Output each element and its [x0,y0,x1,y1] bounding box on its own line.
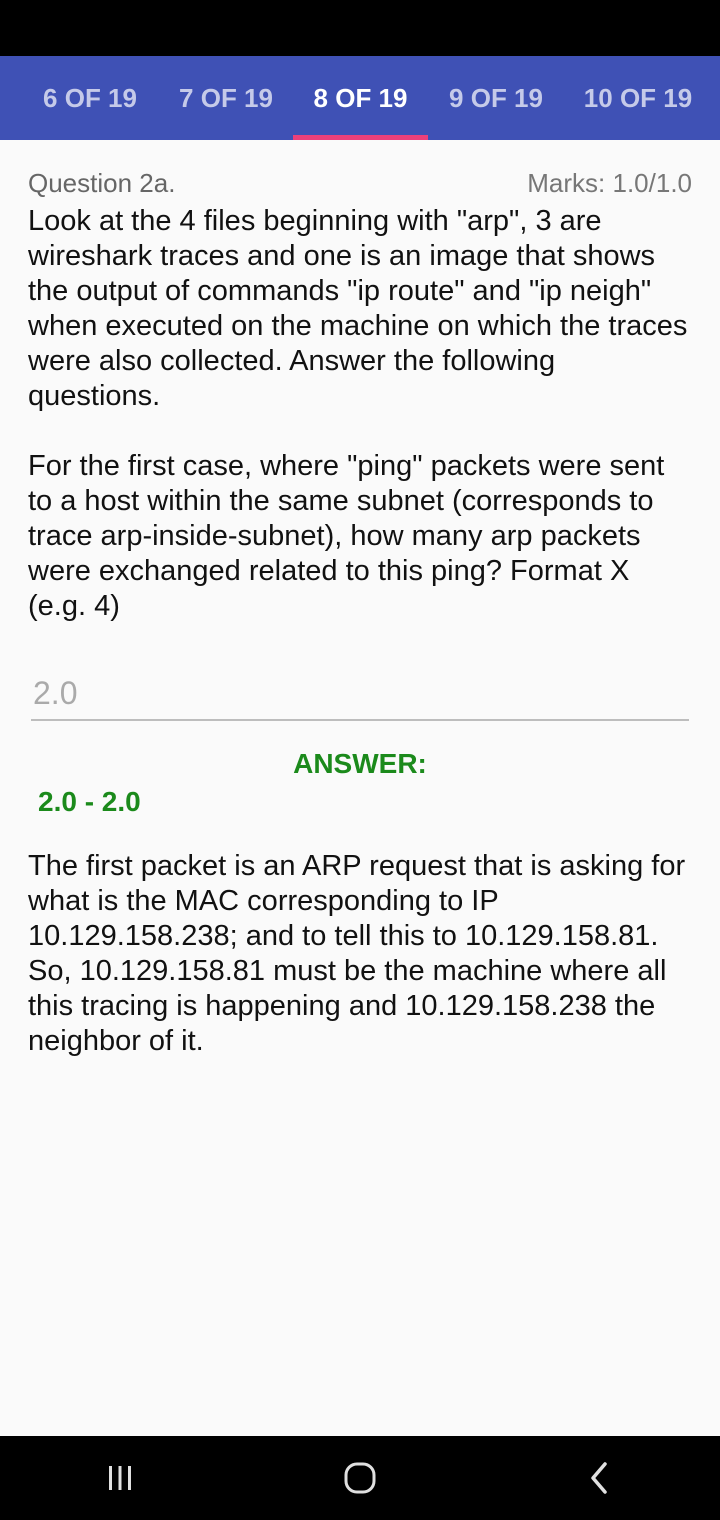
status-bar [0,0,720,56]
answer-explanation: The first packet is an ARP request that … [28,850,686,1057]
home-icon[interactable] [330,1448,390,1508]
question-label: Question 2a. [28,168,176,198]
recents-icon[interactable] [90,1448,150,1508]
tab-partial-left[interactable] [0,56,12,140]
tab-6-of-19[interactable]: 6 OF 19 [22,56,158,140]
back-icon[interactable] [570,1448,630,1508]
question-tab-bar: 6 OF 19 7 OF 19 8 OF 19 9 OF 19 10 OF 19 [0,56,720,140]
question-text: Look at the 4 files beginning with "arp"… [28,205,688,622]
active-tab-indicator [293,135,428,140]
tab-8-of-19[interactable]: 8 OF 19 [293,56,428,140]
tab-7-of-19[interactable]: 7 OF 19 [158,56,294,140]
answer-heading: ANSWER: [293,748,427,779]
question-header: Question 2a. Marks: 1.0/1.0 [28,168,692,204]
question-marks: Marks: 1.0/1.0 [527,168,692,198]
answer-range: 2.0 - 2.0 [38,786,141,817]
system-nav-bar [0,1436,720,1520]
tab-9-of-19[interactable]: 9 OF 19 [428,56,564,140]
tab-10-of-19[interactable]: 10 OF 19 [564,56,712,140]
question-content: Question 2a. Marks: 1.0/1.0 Look at the … [28,168,692,624]
answer-input[interactable] [31,668,689,721]
